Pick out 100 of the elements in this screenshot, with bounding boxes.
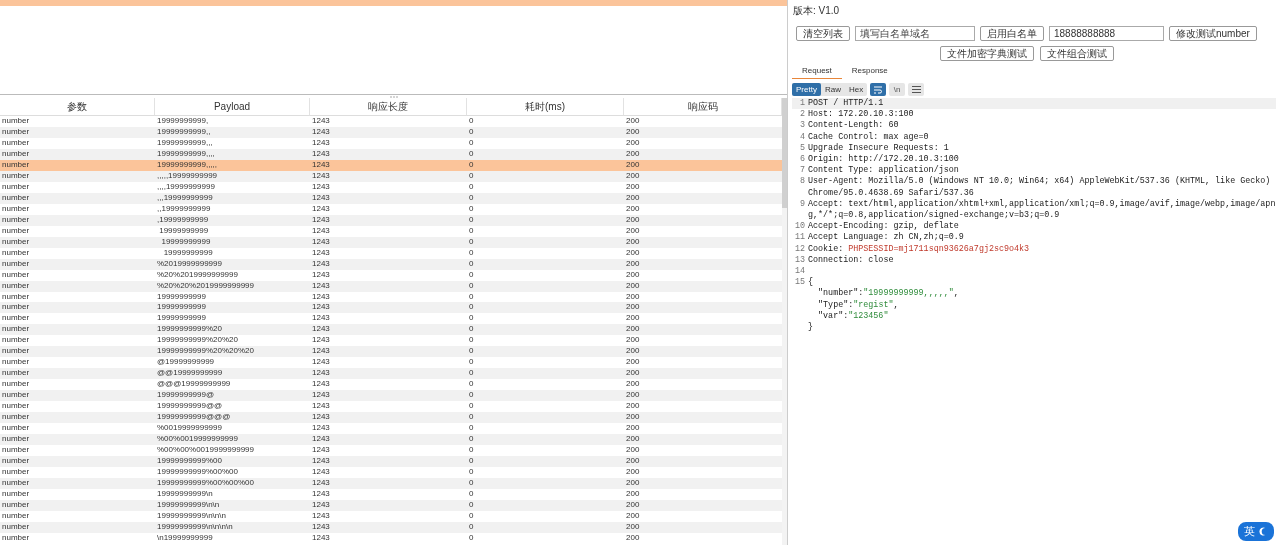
table-cell-text: 1243 [311, 280, 331, 292]
table-cell-text: 1243 [311, 116, 331, 127]
tab[interactable]: Response [841, 63, 898, 79]
table-cell-text: 0 [468, 126, 475, 138]
table-cell-text: 0 [468, 324, 475, 336]
table-cell-text: 0 [468, 467, 475, 478]
action-button[interactable]: 文件组合测试 [1040, 46, 1114, 61]
table-cell-text: 1243 [311, 313, 331, 325]
table-cell-text: 19999999999@@ [156, 401, 224, 413]
table-cell-text: 1243 [311, 357, 331, 369]
table-cell-text: 1243 [311, 401, 331, 413]
table-row[interactable]: number ,,,,,19999999999 1243 0 200 [0, 170, 782, 182]
table-cell-text: %2019999999999 [156, 258, 223, 270]
action-button[interactable]: 启用白名单 [980, 26, 1044, 41]
wrap-toggle[interactable] [870, 83, 887, 96]
table-cell-text: 200 [625, 357, 641, 369]
table-cell-text: 200 [625, 148, 641, 160]
table-row[interactable]: number @@19999999999 1243 0 200 [0, 368, 782, 380]
code-line: "number":"19999999999,,,,,", [817, 288, 960, 300]
table-cell-text: 200 [625, 258, 641, 270]
table-cell-text: ,,,,,19999999999 [156, 170, 219, 182]
table-cell-text: 1243 [311, 269, 331, 281]
table-row[interactable]: number %2019999999999 1243 0 200 [0, 258, 782, 270]
table-cell-text: number [1, 148, 31, 160]
line-number: 8 [799, 176, 805, 187]
view-mode-tab[interactable]: Pretty [792, 83, 821, 96]
table-row[interactable]: number 19999999999\n\n\n\n 1243 0 200 [0, 521, 782, 533]
table-cell-text: 1243 [311, 390, 331, 402]
line-number: 15 [794, 277, 805, 288]
table-cell-text: 1243 [311, 137, 331, 149]
table-row[interactable]: number 19999999999 1243 0 200 [0, 236, 782, 248]
table-row[interactable]: number ,19999999999 1243 0 200 [0, 214, 782, 226]
table-cell-text: 1243 [311, 477, 331, 489]
table-cell-text: 19999999999,,,,, [156, 159, 219, 171]
table-cell-text: 1243 [311, 521, 331, 533]
table-cell-text: 200 [625, 346, 641, 358]
table-cell-text: 0 [468, 488, 475, 500]
table-cell-text: 200 [625, 181, 641, 193]
table-cell-text: 1243 [311, 203, 331, 215]
table-row[interactable]: number 19999999999@@@ 1243 0 200 [0, 412, 782, 424]
table-cell-text: 1243 [311, 159, 331, 171]
table-row[interactable]: number 19999999999%20%20%20 1243 0 200 [0, 346, 782, 358]
table-row[interactable]: number %20%20%2019999999999 1243 0 200 [0, 280, 782, 292]
action-button[interactable]: 文件加密字典测试 [940, 46, 1034, 61]
table-cell-text: number [1, 434, 31, 446]
scrollbar[interactable] [782, 98, 787, 545]
table-cell-text: 19999999999\n\n [156, 499, 221, 511]
table-cell-text: 19999999999\n [156, 488, 214, 500]
code-line: User-Agent: Mozilla/5.0 (Windows NT 10.0; Win64; x64) AppleWebKit/537.36 (KHTML, like Gecko) Chrome/95.0.4638.69 Safari/537.36 [808, 176, 1272, 199]
table-row[interactable]: number 19999999999\n\n 1243 0 200 [0, 499, 782, 511]
table-cell-text: 1243 [311, 214, 331, 226]
table-row[interactable]: number 19999999999,, 1243 0 200 [0, 126, 782, 138]
ime-indicator[interactable]: 英 [1238, 522, 1274, 541]
table-row[interactable]: number 19999999999@ 1243 0 200 [0, 390, 782, 402]
table-cell-text: 200 [625, 214, 641, 226]
table-cell-text: 200 [625, 126, 641, 138]
table-cell-text: number [1, 225, 31, 237]
view-mode-tab[interactable]: Raw [820, 83, 845, 96]
table-cell-text: 1243 [311, 456, 331, 467]
newline-toggle[interactable]: \n [889, 83, 906, 96]
table-row[interactable]: number 19999999999 1243 0 200 [0, 302, 782, 314]
table-cell-text: 19999999999,,, [156, 137, 214, 149]
table-cell-text: number [1, 126, 31, 138]
view-mode-tab[interactable]: Hex [844, 83, 868, 96]
action-button[interactable]: 清空列表 [796, 26, 850, 41]
code-line: Connection: close [808, 254, 895, 267]
table-cell-text: number [1, 510, 31, 522]
tab[interactable]: Request [792, 63, 842, 79]
code-line: Accept-Encoding: gzip, deflate [808, 221, 960, 232]
table-cell-text: 200 [625, 488, 641, 500]
table-cell-text: number [1, 467, 31, 478]
table-cell-text: 19999999999%20%20 [156, 335, 239, 347]
table-cell-text: 1243 [311, 467, 331, 478]
table-row[interactable]: number 19999999999,,,,, 1243 0 200 [0, 159, 782, 171]
table-row[interactable] [0, 0, 787, 6]
table-cell-text: 200 [625, 368, 641, 380]
table-cell-text: ,19999999999 [156, 214, 210, 226]
line-number: 4 [799, 131, 805, 142]
table-cell-text: 200 [625, 192, 641, 204]
table-cell-text: number [1, 203, 31, 215]
table-cell-text: number [1, 445, 31, 457]
table-cell-text: 1243 [311, 499, 331, 511]
splitter-handle-icon[interactable] [388, 95, 399, 98]
table-cell-text: %20%2019999999999 [156, 269, 239, 281]
line-number: 3 [799, 120, 805, 131]
input-field[interactable]: 18888888888 [1049, 26, 1164, 41]
action-button[interactable]: 修改测试number [1169, 26, 1257, 41]
table-row[interactable]: number %00%0019999999999 1243 0 200 [0, 434, 782, 446]
table-row[interactable]: number ,,,19999999999 1243 0 200 [0, 192, 782, 204]
table-cell-text: 200 [625, 521, 641, 533]
table-cell-text: %00%00%0019999999999 [156, 445, 255, 457]
table-row[interactable]: number 19999999999,,,, 1243 0 200 [0, 148, 782, 160]
table-cell-text: 1243 [311, 445, 331, 457]
menu-button[interactable] [908, 83, 925, 96]
table-row[interactable]: number 19999999999%20 1243 0 200 [0, 324, 782, 336]
input-field[interactable]: 填写白名单域名 [855, 26, 975, 41]
table-row[interactable]: number 19999999999%00%00%00 1243 0 200 [0, 477, 782, 489]
table-cell-text: number [1, 313, 31, 325]
table-cell-text: 19999999999,,,, [156, 148, 216, 160]
table-row[interactable]: number 19999999999%00 1243 0 200 [0, 456, 782, 467]
